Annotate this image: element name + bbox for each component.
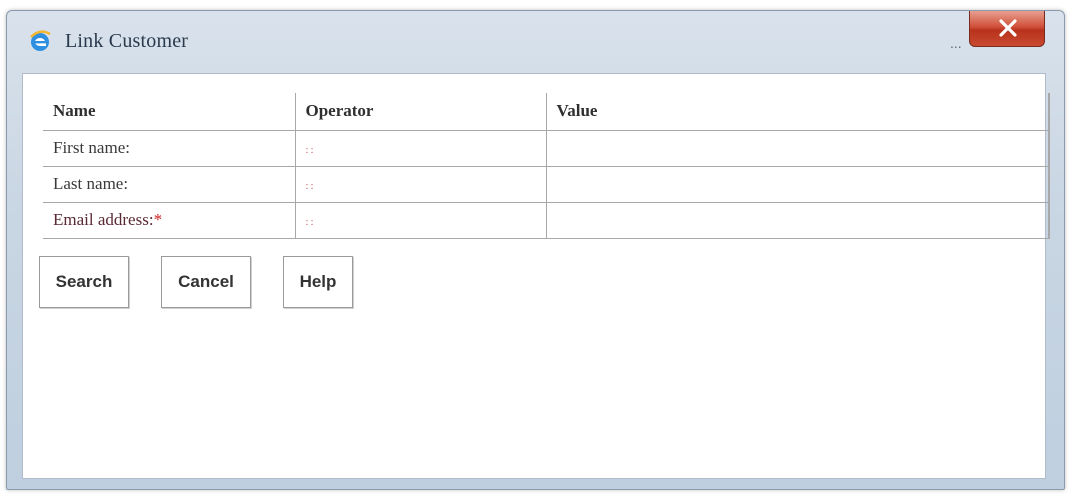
value-cell-first-name[interactable] — [545, 129, 1050, 167]
operator-placeholder: :: — [305, 144, 316, 156]
value-cell-email-address[interactable] — [545, 201, 1050, 239]
close-button[interactable] — [969, 11, 1045, 47]
field-label-email-address: Email address:* — [43, 201, 296, 239]
cancel-button[interactable]: Cancel — [161, 256, 251, 308]
operator-placeholder: :: — [305, 180, 316, 192]
table-row: Email address:* :: — [43, 201, 1050, 239]
field-label-last-name: Last name: — [43, 165, 296, 203]
required-marker: * — [153, 210, 163, 229]
column-header-operator: Operator — [294, 93, 547, 131]
internet-explorer-icon — [28, 29, 52, 53]
field-label-first-name: First name: — [43, 129, 296, 167]
title-bar[interactable]: Link Customer ... — [7, 11, 1064, 73]
search-button[interactable]: Search — [39, 256, 129, 308]
operator-cell-first-name[interactable]: :: — [294, 129, 547, 167]
column-header-value: Value — [545, 93, 1050, 131]
column-header-name: Name — [43, 93, 296, 131]
operator-placeholder: :: — [305, 216, 316, 228]
table-row: First name: :: — [43, 129, 1050, 167]
table-row: Last name: :: — [43, 165, 1050, 203]
value-cell-last-name[interactable] — [545, 165, 1050, 203]
help-button[interactable]: Help — [283, 256, 353, 308]
search-criteria-table: Name Operator Value First name: :: Last … — [43, 93, 1050, 239]
operator-cell-last-name[interactable]: :: — [294, 165, 547, 203]
link-customer-dialog: Link Customer ... Name Operator Value Fi… — [6, 10, 1065, 490]
table-header-row: Name Operator Value — [43, 93, 1050, 131]
title-overflow-indicator: ... — [950, 35, 962, 51]
email-label-text: Email address: — [53, 210, 154, 229]
window-title: Link Customer — [65, 30, 189, 52]
dialog-content: Name Operator Value First name: :: Last … — [22, 73, 1050, 479]
operator-cell-email-address[interactable]: :: — [294, 201, 547, 239]
